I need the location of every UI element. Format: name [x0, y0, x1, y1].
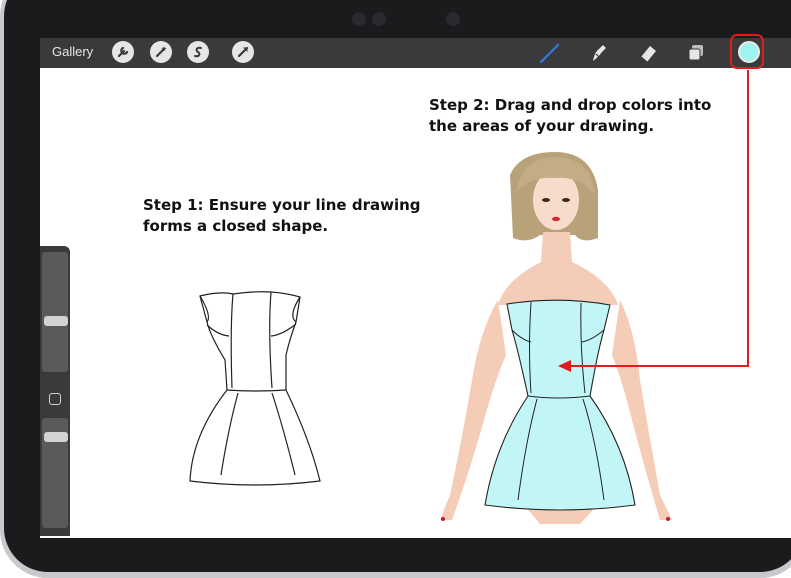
line-drawing-dress: [189, 291, 321, 486]
colored-figure: [440, 152, 672, 524]
canvas-artwork: [189, 70, 749, 524]
